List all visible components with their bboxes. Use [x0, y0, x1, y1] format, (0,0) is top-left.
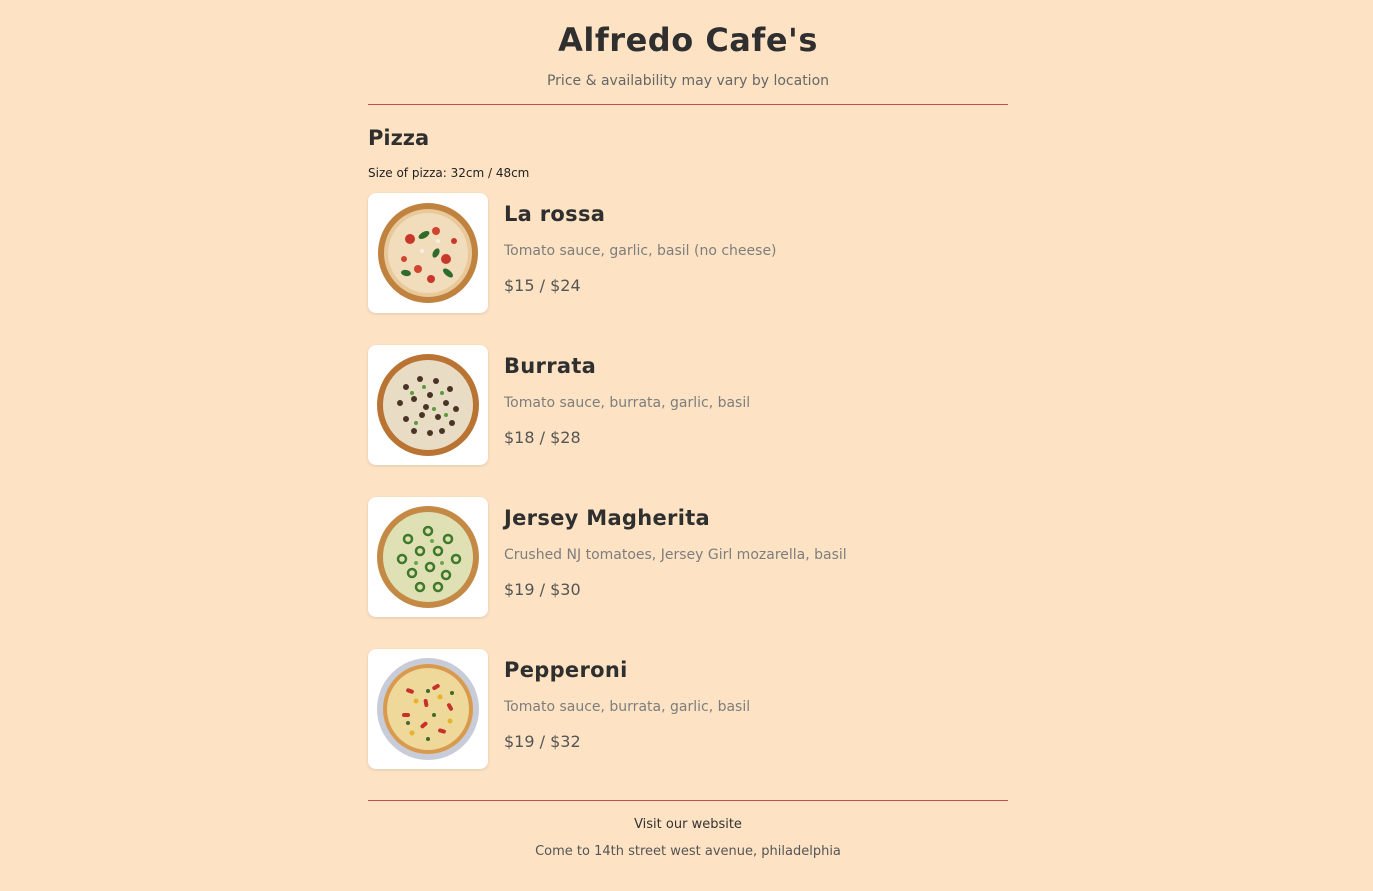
menu-item: Pepperoni Tomato sauce, burrata, garlic,… [368, 649, 1008, 769]
menu-item: Jersey Magherita Crushed NJ tomatoes, Je… [368, 497, 1008, 617]
item-description: Tomato sauce, burrata, garlic, basil [504, 699, 751, 715]
item-price: $18 / $28 [504, 428, 581, 447]
page-title: Alfredo Cafe's [558, 21, 818, 59]
pizza-la-rossa-image [368, 193, 488, 313]
item-description: Crushed NJ tomatoes, Jersey Girl mozarel… [504, 547, 847, 563]
pizza-burrata-image [368, 345, 488, 465]
item-name: Burrata [504, 354, 597, 378]
item-description: Tomato sauce, burrata, garlic, basil [504, 395, 751, 411]
footer-address: Come to 14th street west avenue, philade… [535, 844, 841, 859]
menu-page: Alfredo Cafe's Price & availability may … [0, 0, 1373, 891]
section-title: Pizza [368, 126, 430, 150]
header-divider [368, 104, 1008, 105]
item-name: La rossa [504, 202, 606, 226]
pizza-jersey-magherita-image [368, 497, 488, 617]
item-description: Tomato sauce, garlic, basil (no cheese) [504, 243, 777, 259]
item-price: $19 / $30 [504, 580, 581, 599]
website-link[interactable]: Visit our website [368, 816, 1008, 834]
size-note: Size of pizza: 32cm / 48cm [368, 166, 530, 180]
footer-divider [368, 800, 1008, 801]
item-name: Jersey Magherita [504, 506, 711, 530]
pizza-pepperoni-image [368, 649, 488, 769]
item-price: $19 / $32 [504, 732, 581, 751]
menu-item: Burrata Tomato sauce, burrata, garlic, b… [368, 345, 1008, 465]
item-price: $15 / $24 [504, 276, 581, 295]
page-subtitle: Price & availability may vary by locatio… [546, 73, 830, 89]
item-name: Pepperoni [504, 658, 628, 682]
menu-item: La rossa Tomato sauce, garlic, basil (no… [368, 193, 1008, 313]
